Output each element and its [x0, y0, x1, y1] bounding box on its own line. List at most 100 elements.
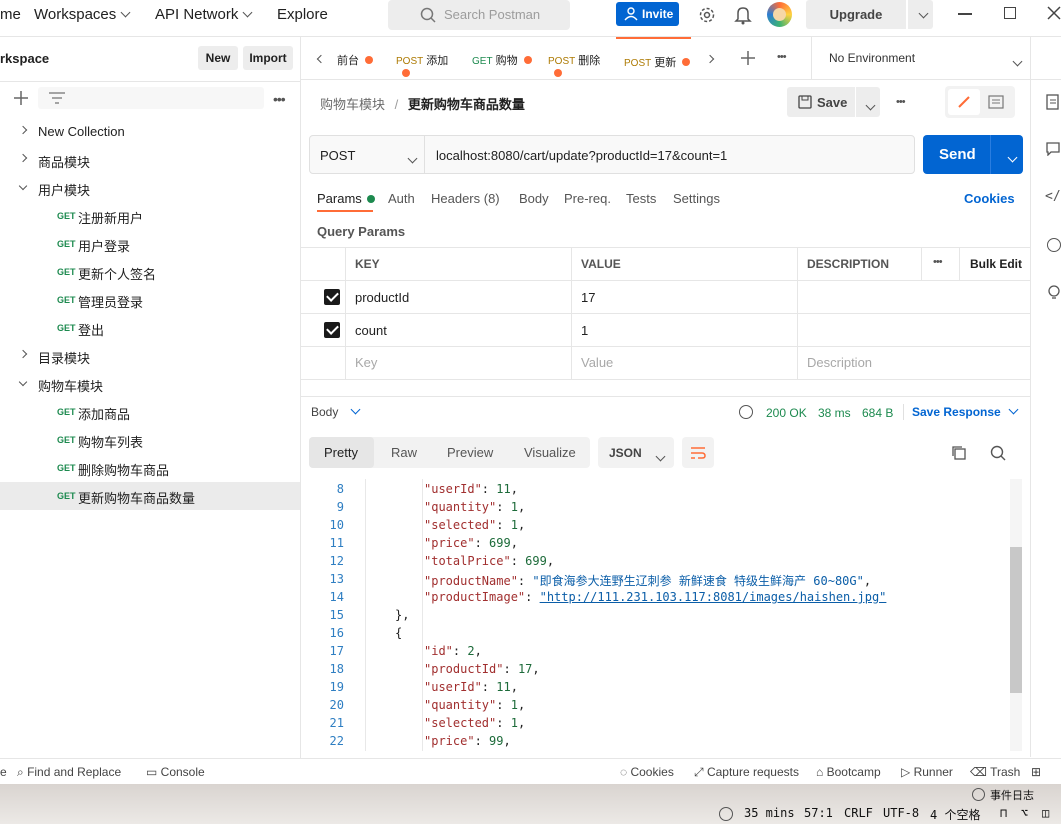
code-icon[interactable]: </: [1045, 189, 1061, 204]
tab-params[interactable]: Params: [317, 191, 375, 206]
capture-requests-button[interactable]: ⤢ Capture requests: [694, 765, 799, 780]
response-size[interactable]: 684 B: [862, 406, 893, 420]
sidebar-request[interactable]: GET 注册新用户: [0, 202, 300, 230]
sidebar-request[interactable]: GET 更新个人签名: [0, 258, 300, 286]
search-input[interactable]: Search Postman: [388, 0, 570, 30]
invite-button[interactable]: Invite: [616, 2, 679, 26]
tab-tests[interactable]: Tests: [626, 191, 656, 206]
method-select[interactable]: POST: [310, 136, 425, 173]
git-icon[interactable]: ⌥: [1021, 806, 1028, 820]
explore-link[interactable]: Explore: [277, 6, 328, 23]
bulk-edit-button[interactable]: Bulk Edit: [970, 257, 1022, 271]
event-log-icon[interactable]: [972, 788, 985, 801]
tab-prerequest[interactable]: Pre-req.: [564, 191, 611, 206]
edit-mode-button[interactable]: [948, 89, 980, 115]
globe-icon[interactable]: [739, 405, 753, 419]
runner-button[interactable]: ▷ Runner: [901, 765, 953, 779]
upgrade-button[interactable]: Upgrade: [806, 0, 906, 29]
plus-icon[interactable]: [14, 91, 28, 105]
sidebar-folder[interactable]: 目录模块: [0, 342, 300, 370]
minimize-icon[interactable]: [958, 13, 972, 15]
json-link[interactable]: "http://111.231.103.117:8081/images/hais…: [540, 590, 887, 604]
sidebar-folder[interactable]: New Collection: [0, 118, 300, 146]
send-button[interactable]: Send: [923, 135, 1023, 174]
scrollbar-track[interactable]: [1010, 479, 1022, 751]
bell-icon[interactable]: [734, 5, 752, 25]
tab-request[interactable]: POST 添加: [396, 37, 461, 79]
bootcamp-button[interactable]: ⌂ Bootcamp: [816, 765, 881, 779]
param-value[interactable]: 17: [581, 290, 595, 305]
scrollbar-thumb[interactable]: [1010, 547, 1022, 693]
sidebar-request[interactable]: GET 添加商品: [0, 398, 300, 426]
info-icon[interactable]: [1047, 238, 1061, 252]
status-partial[interactable]: e: [0, 765, 7, 779]
wrap-lines-button[interactable]: [682, 437, 714, 468]
response-time[interactable]: 38 ms: [818, 406, 851, 420]
cursor-position[interactable]: 57:1: [804, 806, 833, 820]
search-response-icon[interactable]: [990, 445, 1006, 461]
response-body-code[interactable]: 8 "userId": 11, 9 "quantity": 1, 10 "selected…: [308, 479, 1010, 755]
gear-icon[interactable]: [697, 5, 717, 25]
copy-icon[interactable]: [951, 445, 967, 461]
url-input[interactable]: localhost:8080/cart/update?productId=17&…: [436, 148, 727, 163]
line-ending[interactable]: CRLF: [844, 806, 873, 820]
tab-preview[interactable]: Preview: [447, 445, 493, 460]
tab-request[interactable]: 前台: [337, 37, 382, 79]
tab-options-icon[interactable]: •••: [777, 51, 787, 63]
new-param-value-input[interactable]: Value: [581, 355, 613, 370]
maximize-icon[interactable]: [1004, 7, 1016, 19]
tab-visualize[interactable]: Visualize: [524, 445, 576, 460]
notification-icon[interactable]: ◫: [1042, 806, 1049, 820]
tab-settings[interactable]: Settings: [673, 191, 720, 206]
sidebar-request[interactable]: GET 登出: [0, 314, 300, 342]
sidebar-request[interactable]: GET 购物车列表: [0, 426, 300, 454]
chevron-down-icon[interactable]: [1007, 152, 1018, 163]
sidebar-request[interactable]: GET 更新购物车商品数量: [0, 482, 300, 510]
filter-input[interactable]: [38, 87, 264, 109]
lock-icon[interactable]: ⊓: [1000, 806, 1007, 820]
environment-selector[interactable]: No Environment: [812, 37, 1032, 79]
docs-mode-icon[interactable]: [988, 95, 1004, 109]
param-value[interactable]: 1: [581, 323, 588, 338]
param-key[interactable]: productId: [355, 290, 409, 305]
response-body-selector[interactable]: Body: [311, 404, 361, 419]
request-options-icon[interactable]: •••: [896, 96, 906, 108]
avatar[interactable]: [767, 2, 792, 27]
new-tab-plus-icon[interactable]: [741, 51, 755, 65]
indent-setting[interactable]: 4 个空格: [930, 806, 980, 823]
tab-request[interactable]: POST 删除: [548, 37, 613, 79]
save-response-button[interactable]: Save Response: [912, 404, 1019, 419]
sidebar-folder[interactable]: 用户模块: [0, 174, 300, 202]
new-param-description-input[interactable]: Description: [807, 355, 872, 370]
save-dropdown-button[interactable]: [856, 87, 880, 117]
sidebar-request[interactable]: GET 删除购物车商品: [0, 454, 300, 482]
import-button[interactable]: Import: [243, 46, 293, 70]
find-replace-button[interactable]: ⌕ Find and Replace: [17, 765, 121, 780]
more-options-icon[interactable]: •••: [273, 91, 286, 107]
trash-button[interactable]: ⌫ Trash: [970, 765, 1020, 779]
documentation-icon[interactable]: [1046, 94, 1060, 110]
new-button[interactable]: New: [198, 46, 238, 70]
chevron-right-icon[interactable]: [705, 54, 715, 64]
tab-request-active[interactable]: POST 更新: [616, 37, 691, 79]
param-checkbox[interactable]: [324, 322, 340, 338]
upgrade-dropdown-button[interactable]: [908, 0, 933, 29]
close-icon[interactable]: [1047, 6, 1061, 20]
tab-headers[interactable]: Headers (8): [431, 191, 500, 206]
breadcrumb-parent[interactable]: 购物车模块: [320, 97, 385, 112]
chevron-left-icon[interactable]: [316, 54, 326, 64]
workspaces-menu[interactable]: Workspaces: [34, 6, 131, 23]
param-checkbox[interactable]: [324, 289, 340, 305]
column-options-icon[interactable]: •••: [933, 256, 943, 268]
sidebar-folder[interactable]: 购物车模块: [0, 370, 300, 398]
event-log-label[interactable]: 事件日志: [990, 787, 1034, 803]
lightbulb-icon[interactable]: [1047, 285, 1061, 301]
new-param-key-input[interactable]: Key: [355, 355, 377, 370]
save-button[interactable]: Save: [787, 87, 855, 117]
home-link[interactable]: me: [0, 6, 21, 23]
param-key[interactable]: count: [355, 323, 387, 338]
sidebar-request[interactable]: GET 用户登录: [0, 230, 300, 258]
comments-icon[interactable]: [1046, 142, 1060, 156]
format-select[interactable]: JSON: [598, 437, 674, 468]
tab-auth[interactable]: Auth: [388, 191, 415, 206]
